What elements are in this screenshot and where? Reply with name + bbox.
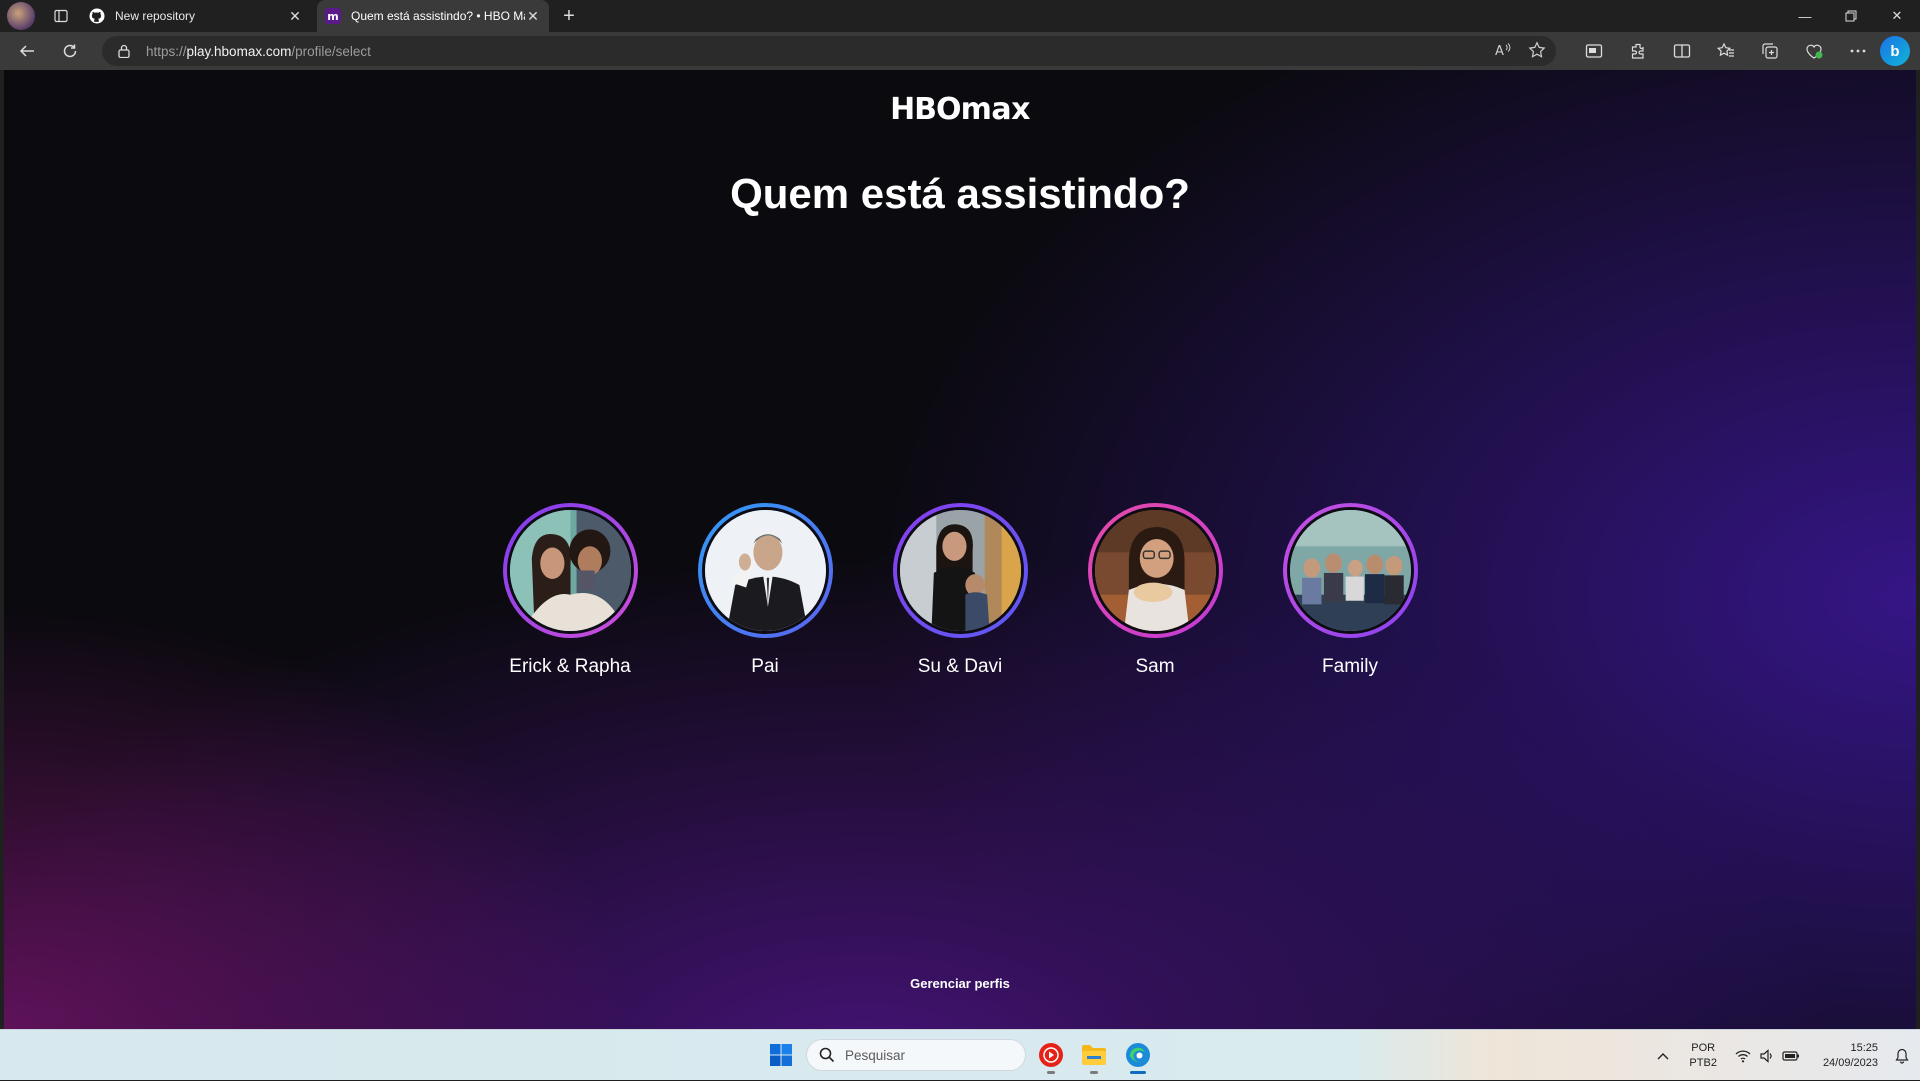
- new-tab-button[interactable]: +: [555, 2, 583, 30]
- profile-list: Erick & Rapha Pai Su & Davi Sam Family: [4, 503, 1916, 678]
- close-tab-icon[interactable]: ✕: [287, 8, 303, 24]
- system-clock[interactable]: 15:25 24/09/2023: [1823, 1041, 1878, 1071]
- address-bar[interactable]: https://play.hbomax.com/profile/select A: [102, 36, 1556, 66]
- profile-family[interactable]: Family: [1282, 503, 1418, 678]
- file-explorer-icon[interactable]: [1078, 1039, 1110, 1074]
- windows-taskbar: Pesquisar POR PTB2 15:25 24/09/2023: [0, 1029, 1920, 1080]
- bing-chat-icon[interactable]: b: [1880, 36, 1910, 66]
- avatar-ring: [892, 503, 1028, 638]
- profile-name: Sam: [1135, 656, 1175, 677]
- tab-new-repository[interactable]: New repository ✕: [81, 0, 311, 32]
- minimize-icon[interactable]: —: [1782, 0, 1828, 32]
- avatar-ring: [1282, 503, 1418, 638]
- avatar[interactable]: [1091, 507, 1219, 634]
- hbomax-icon: m: [325, 8, 341, 24]
- running-indicator: [1047, 1071, 1055, 1074]
- url-host: play.hbomax.com: [186, 43, 292, 59]
- extensions-icon[interactable]: [1616, 32, 1660, 70]
- restore-icon[interactable]: [1828, 0, 1874, 32]
- search-placeholder: Pesquisar: [845, 1047, 906, 1063]
- profile-pai[interactable]: Pai: [697, 503, 833, 678]
- browser-essentials-icon[interactable]: [1792, 32, 1836, 70]
- back-button[interactable]: [11, 35, 43, 67]
- system-tray: POR PTB2 15:25 24/09/2023: [1651, 1030, 1920, 1081]
- url-scheme: https://: [146, 43, 187, 59]
- profile-sam[interactable]: Sam: [1087, 503, 1223, 678]
- tab-title: New repository: [115, 9, 196, 23]
- browser-tab-strip: New repository ✕ m Quem está assistindo?…: [0, 0, 1920, 32]
- youtube-music-icon[interactable]: [1035, 1039, 1067, 1074]
- collections-icon[interactable]: [1748, 32, 1792, 70]
- refresh-icon: [63, 44, 77, 58]
- battery-icon[interactable]: [1781, 1050, 1801, 1062]
- more-icon[interactable]: [1836, 32, 1880, 70]
- read-aloud-icon[interactable]: A: [1494, 42, 1512, 61]
- svg-text:A: A: [1495, 44, 1504, 58]
- close-tab-icon[interactable]: ✕: [525, 8, 541, 24]
- input-language-indicator[interactable]: POR PTB2: [1689, 1041, 1717, 1071]
- volume-icon[interactable]: [1757, 1048, 1777, 1063]
- keyboard-layout: PTB2: [1689, 1056, 1717, 1069]
- lock-icon[interactable]: [116, 43, 132, 59]
- profile-name: Family: [1322, 656, 1378, 677]
- profile-name: Erick & Rapha: [509, 656, 631, 677]
- running-indicator: [1130, 1071, 1146, 1074]
- wifi-icon[interactable]: [1733, 1049, 1753, 1063]
- avatar[interactable]: [506, 507, 634, 634]
- page-title: Quem está assistindo?: [730, 170, 1190, 217]
- running-indicator: [1090, 1071, 1098, 1074]
- favorite-star-icon[interactable]: [1528, 40, 1546, 62]
- hbo-max-logo[interactable]: HBOmax: [4, 92, 1916, 127]
- profile-select-page: HBOmax Quem está assistindo? Erick & Rap…: [4, 70, 1916, 1029]
- clock-date: 24/09/2023: [1822, 1056, 1878, 1069]
- svg-text:m: m: [327, 10, 338, 23]
- profile-erick-rapha[interactable]: Erick & Rapha: [502, 503, 638, 678]
- clock-time: 15:25: [1850, 1041, 1878, 1054]
- logo-max-text: max: [960, 92, 1031, 127]
- tab-title: Quem está assistindo? • HBO Max: [351, 9, 525, 23]
- profile-name: Su & Davi: [917, 656, 1003, 677]
- close-window-icon[interactable]: ✕: [1874, 0, 1920, 32]
- avatar[interactable]: [896, 507, 1024, 634]
- chevron-up-icon[interactable]: [1651, 1052, 1675, 1060]
- manage-profiles-link[interactable]: Gerenciar perfis: [4, 976, 1916, 991]
- arrow-left-icon: [19, 45, 34, 57]
- edge-icon[interactable]: [1122, 1039, 1154, 1074]
- avatar-ring: [502, 503, 638, 638]
- avatar[interactable]: [1286, 507, 1414, 634]
- url-path: /profile/select: [291, 43, 371, 59]
- window-controls: — ✕: [1782, 0, 1920, 32]
- profile-name: Pai: [751, 656, 779, 677]
- avatar[interactable]: [701, 507, 829, 634]
- screen-cast-icon[interactable]: [1572, 32, 1616, 70]
- favorites-icon[interactable]: [1704, 32, 1748, 70]
- profile-su-davi[interactable]: Su & Davi: [892, 503, 1028, 678]
- language-code: POR: [1691, 1041, 1716, 1054]
- split-screen-icon[interactable]: [1660, 32, 1704, 70]
- browser-toolbar: https://play.hbomax.com/profile/select A: [0, 32, 1920, 70]
- browser-profile-avatar[interactable]: [7, 2, 35, 30]
- notification-bell-icon[interactable]: [1892, 1048, 1912, 1064]
- refresh-button[interactable]: [54, 35, 86, 67]
- tab-hbo-max[interactable]: m Quem está assistindo? • HBO Max ✕: [317, 0, 549, 32]
- windows-start-icon[interactable]: [766, 1040, 796, 1070]
- logo-hbo-text: HBO: [890, 92, 961, 127]
- avatar-ring: [1087, 503, 1223, 638]
- search-icon: [819, 1047, 835, 1063]
- avatar-ring: [697, 503, 833, 638]
- tab-actions-menu-icon[interactable]: [47, 2, 75, 30]
- github-icon: [89, 8, 105, 24]
- taskbar-search-input[interactable]: Pesquisar: [806, 1039, 1026, 1071]
